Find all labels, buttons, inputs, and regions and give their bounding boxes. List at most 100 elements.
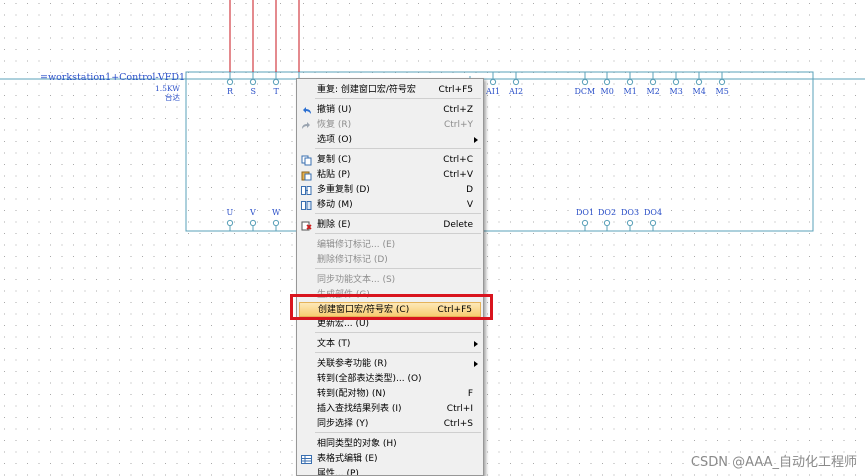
menu-item-label: 移动 (M) bbox=[317, 200, 353, 210]
pin-bottom-w[interactable] bbox=[272, 219, 280, 227]
menu-item-label: 同步选择 (Y) bbox=[317, 419, 369, 429]
menu-item-label: 复制 (C) bbox=[317, 155, 352, 165]
pin-top-m3[interactable] bbox=[672, 78, 680, 86]
submenu-arrow-icon bbox=[474, 137, 478, 143]
menu-item-4[interactable]: 选项 (O) bbox=[299, 133, 481, 148]
pin-top-s[interactable] bbox=[249, 78, 257, 86]
menu-item-label: 文本 (T) bbox=[317, 339, 351, 349]
pin-label-top-m1: M1 bbox=[623, 87, 637, 96]
menu-item-label: 多重复制 (D) bbox=[317, 185, 370, 195]
menu-separator bbox=[315, 98, 481, 99]
menu-item-shortcut: Ctrl+S bbox=[443, 419, 473, 429]
highlight-box bbox=[290, 294, 493, 320]
menu-item-shortcut: Ctrl+C bbox=[443, 155, 473, 165]
menu-item-label: 关联参考功能 (R) bbox=[317, 359, 388, 369]
menu-item-24[interactable]: 属性... (P) bbox=[299, 467, 481, 476]
multi-copy-icon bbox=[301, 185, 312, 196]
pin-label-bottom-u: U bbox=[226, 208, 234, 217]
pin-label-top-m0: M0 bbox=[600, 87, 614, 96]
menu-item-shortcut: Ctrl+Z bbox=[443, 105, 473, 115]
pin-bottom-do1[interactable] bbox=[581, 219, 589, 227]
pin-label-bottom-do3: DO3 bbox=[621, 208, 640, 217]
pin-top-dcm[interactable] bbox=[581, 78, 589, 86]
menu-separator bbox=[315, 213, 481, 214]
pin-label-top-t: T bbox=[273, 87, 279, 96]
pin-label-top-ai2: AI2 bbox=[509, 87, 524, 96]
menu-item-label: 重复: 创建窗口宏/符号宏 bbox=[317, 85, 416, 95]
pin-top-ai2[interactable] bbox=[512, 78, 520, 86]
menu-item-shortcut: Delete bbox=[443, 220, 473, 230]
menu-item-label: 删除 (E) bbox=[317, 220, 351, 230]
menu-separator bbox=[315, 432, 481, 433]
menu-separator bbox=[315, 148, 481, 149]
menu-item-label: 撤销 (U) bbox=[317, 105, 352, 115]
pin-label-bottom-do2: DO2 bbox=[598, 208, 617, 217]
redo-icon bbox=[301, 120, 312, 131]
menu-item-shortcut: V bbox=[466, 200, 473, 210]
menu-item-label: 恢复 (R) bbox=[317, 120, 352, 130]
pin-top-ai1[interactable] bbox=[489, 78, 497, 86]
pin-top-m0[interactable] bbox=[603, 78, 611, 86]
menu-item-16[interactable]: 文本 (T) bbox=[299, 337, 481, 352]
menu-item-5[interactable]: 复制 (C) Ctrl+C bbox=[299, 153, 481, 168]
context-menu[interactable]: 重复: 创建窗口宏/符号宏 Ctrl+F5 撤销 (U) Ctrl+Z 恢复 (R) Ct… bbox=[296, 78, 484, 476]
pin-bottom-do4[interactable] bbox=[649, 219, 657, 227]
pin-top-m5[interactable] bbox=[718, 78, 726, 86]
menu-item-label: 删除修订标记 (D) bbox=[317, 255, 388, 265]
menu-item-11: 删除修订标记 (D) bbox=[299, 253, 481, 268]
pin-top-m1[interactable] bbox=[626, 78, 634, 86]
undo-icon bbox=[301, 105, 312, 116]
menu-item-label: 表格式编辑 (E) bbox=[317, 454, 378, 464]
menu-item-label: 选项 (O) bbox=[317, 135, 352, 145]
copy-icon bbox=[301, 155, 312, 166]
menu-item-20[interactable]: 插入查找结果列表 (I) Ctrl+I bbox=[299, 402, 481, 417]
menu-item-label: 同步功能文本... (S) bbox=[317, 275, 396, 285]
device-tag: =workstation1+Control-VFD1 bbox=[40, 72, 186, 83]
menu-item-label: 插入查找结果列表 (I) bbox=[317, 404, 402, 414]
menu-item-shortcut: Ctrl+V bbox=[443, 170, 473, 180]
menu-item-21[interactable]: 同步选择 (Y) Ctrl+S bbox=[299, 417, 481, 432]
menu-item-shortcut: D bbox=[466, 185, 473, 195]
menu-item-shortcut: F bbox=[467, 389, 473, 399]
pin-label-bottom-do4: DO4 bbox=[644, 208, 663, 217]
pin-label-top-ai1: AI1 bbox=[486, 87, 501, 96]
menu-item-9[interactable]: 删除 (E) Delete bbox=[299, 218, 481, 233]
menu-item-1[interactable]: 重复: 创建窗口宏/符号宏 Ctrl+F5 bbox=[299, 83, 481, 98]
pin-label-top-m4: M4 bbox=[692, 87, 706, 96]
pin-label-top-m5: M5 bbox=[715, 87, 729, 96]
menu-item-6[interactable]: 粘贴 (P) Ctrl+V bbox=[299, 168, 481, 183]
menu-item-10: 编辑修订标记... (E) bbox=[299, 238, 481, 253]
menu-separator bbox=[315, 268, 481, 269]
menu-item-2[interactable]: 撤销 (U) Ctrl+Z bbox=[299, 103, 481, 118]
pin-label-top-m2: M2 bbox=[646, 87, 660, 96]
pin-bottom-do3[interactable] bbox=[626, 219, 634, 227]
pin-label-bottom-do1: DO1 bbox=[576, 208, 595, 217]
menu-item-22[interactable]: 相同类型的对象 (H) bbox=[299, 437, 481, 452]
pin-bottom-do2[interactable] bbox=[603, 219, 611, 227]
paste-icon bbox=[301, 170, 312, 181]
menu-separator bbox=[315, 233, 481, 234]
submenu-arrow-icon bbox=[474, 361, 478, 367]
pin-top-t[interactable] bbox=[272, 78, 280, 86]
menu-item-19[interactable]: 转到(配对物) (N) F bbox=[299, 387, 481, 402]
menu-item-label: 属性... (P) bbox=[317, 469, 359, 476]
device-brand: 台达 bbox=[165, 93, 180, 102]
pin-top-m4[interactable] bbox=[695, 78, 703, 86]
pin-bottom-v[interactable] bbox=[249, 219, 257, 227]
pin-label-top-r: R bbox=[227, 87, 234, 96]
move-icon bbox=[301, 200, 312, 211]
menu-item-label: 粘贴 (P) bbox=[317, 170, 351, 180]
watermark: CSDN @AAA_自动化工程师 bbox=[690, 455, 857, 470]
menu-item-8[interactable]: 移动 (M) V bbox=[299, 198, 481, 213]
submenu-arrow-icon bbox=[474, 341, 478, 347]
menu-item-17[interactable]: 关联参考功能 (R) bbox=[299, 357, 481, 372]
menu-item-18[interactable]: 转到(全部表达类型)... (O) bbox=[299, 372, 481, 387]
pin-top-r[interactable] bbox=[226, 78, 234, 86]
menu-item-3: 恢复 (R) Ctrl+Y bbox=[299, 118, 481, 133]
device-power: 1.5KW bbox=[155, 84, 180, 93]
menu-item-7[interactable]: 多重复制 (D) D bbox=[299, 183, 481, 198]
pin-top-m2[interactable] bbox=[649, 78, 657, 86]
menu-item-23[interactable]: 表格式编辑 (E) bbox=[299, 452, 481, 467]
pin-bottom-u[interactable] bbox=[226, 219, 234, 227]
pin-label-top-dcm: DCM bbox=[574, 87, 596, 96]
